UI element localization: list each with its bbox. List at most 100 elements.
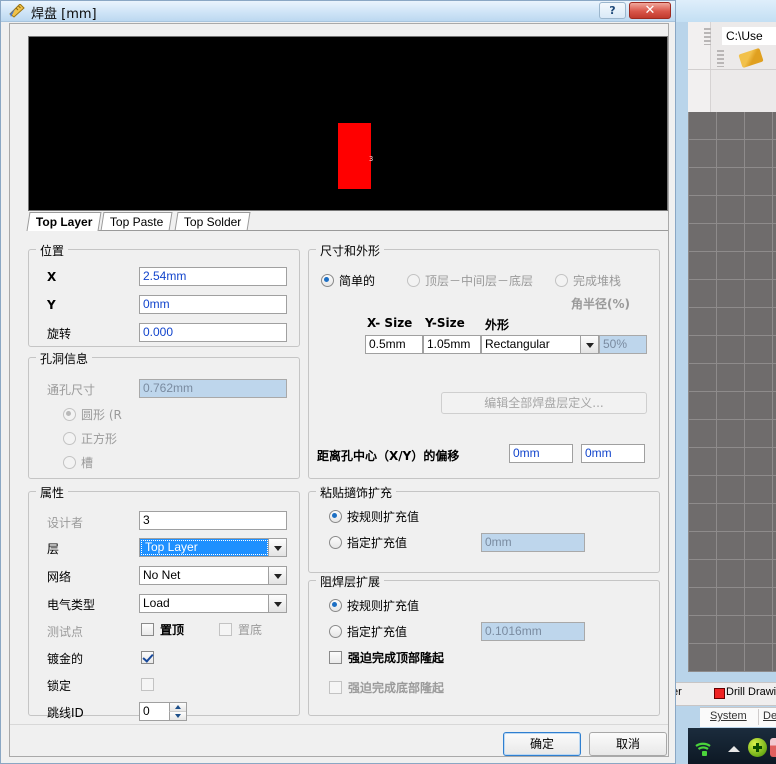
position-y-input[interactable]: 0mm: [139, 295, 287, 314]
paste-specify-label: 指定扩充值: [347, 536, 408, 550]
mode-simple-radio[interactable]: [321, 274, 334, 287]
panel-system-button[interactable]: System: [710, 710, 747, 722]
hole-shape-slot-label: 槽: [81, 456, 94, 470]
force-top-tenting-checkbox[interactable]: [329, 651, 342, 664]
solder-rule-label: 按规则扩充值: [347, 599, 420, 613]
hole-size-input[interactable]: 0.762mm: [139, 379, 287, 398]
edit-all-pad-layers-button[interactable]: 编辑全部焊盘层定义...: [441, 392, 647, 414]
hole-shape-slot-radio[interactable]: [63, 456, 76, 469]
layer-combobox[interactable]: Top Layer: [139, 538, 287, 557]
drag-handle-dots-2[interactable]: [717, 50, 724, 67]
solder-specify-radio[interactable]: [329, 625, 342, 638]
ysize-header: Y-Size: [425, 316, 465, 330]
hole-offset-y-input[interactable]: 0mm: [581, 444, 645, 463]
mode-full-stack-radio[interactable]: [555, 274, 568, 287]
mode-simple-label: 简单的: [339, 274, 376, 288]
background-path-field[interactable]: C:\Use: [722, 27, 776, 45]
spinner-up-icon[interactable]: [169, 703, 186, 712]
position-rotation-input[interactable]: 0.000: [139, 323, 287, 342]
net-combobox[interactable]: No Net: [139, 566, 287, 585]
net-combobox-value: No Net: [143, 568, 181, 582]
antivirus-tray-icon[interactable]: [748, 738, 767, 757]
mode-top-mid-bottom-radio[interactable]: [407, 274, 420, 287]
tab-top-paste[interactable]: Top Paste: [100, 212, 173, 231]
size-shape-group: 尺寸和外形 简单的 顶层－中间层－底层 完成堆栈 角半径(%) X- Size …: [308, 242, 660, 479]
solder-mask-expansion-group: 阻焊层扩展 按规则扩充值 指定扩充值 0.1016mm 强迫完成顶部隆起 强迫完…: [308, 573, 660, 716]
dialog-body: 3 Top Layer Top Paste Top Solder 位置 X 2.…: [9, 23, 669, 757]
tab-top-layer[interactable]: Top Layer: [26, 212, 102, 231]
ruler-icon: [9, 4, 25, 18]
xsize-header: X- Size: [367, 316, 413, 330]
xsize-input[interactable]: 0.5mm: [365, 335, 423, 354]
background-divider-1: [688, 69, 776, 70]
layer-label: 层: [47, 542, 60, 556]
paste-rule-label: 按规则扩充值: [347, 510, 420, 524]
hole-shape-round-radio[interactable]: [63, 408, 76, 421]
solder-rule-radio[interactable]: [329, 599, 342, 612]
close-button[interactable]: ✕: [629, 2, 671, 19]
dialog-title: 焊盘 [mm]: [31, 7, 97, 22]
chevron-down-icon[interactable]: [580, 336, 598, 353]
panel-design-button[interactable]: De: [763, 710, 776, 722]
spinner-down-icon[interactable]: [169, 712, 186, 720]
jumper-id-value: 0: [143, 704, 150, 718]
jumper-id-spinner[interactable]: 0: [139, 702, 187, 721]
attributes-group: 属性 设计者 3 层 Top Layer 网络 No Net 电气类型 Load…: [28, 484, 300, 721]
position-group: 位置 X 2.54mm Y 0mm 旋转 0.000: [28, 242, 300, 347]
tab-top-layer-label: Top Layer: [35, 215, 93, 229]
tab-top-solder[interactable]: Top Solder: [174, 212, 251, 231]
designator-input[interactable]: 3: [139, 511, 287, 530]
tab-top-solder-label: Top Solder: [183, 215, 242, 229]
hole-shape-square-radio[interactable]: [63, 432, 76, 445]
paste-rule-radio[interactable]: [329, 510, 342, 523]
ysize-input[interactable]: 1.05mm: [423, 335, 481, 354]
electrical-type-combobox-value: Load: [143, 596, 170, 610]
chevron-down-icon[interactable]: [268, 595, 286, 612]
chevron-down-icon[interactable]: [268, 567, 286, 584]
hole-shape-round-label: 圆形 (R: [81, 408, 122, 422]
pad-preview-canvas: 3: [28, 36, 668, 211]
locked-checkbox[interactable]: [141, 678, 154, 691]
force-bottom-tenting-label: 强迫完成底部隆起: [348, 681, 445, 695]
designator-label: 设计者: [47, 516, 84, 530]
jumper-id-label: 跳线ID: [47, 706, 84, 720]
hole-size-label: 通孔尺寸: [47, 383, 96, 397]
cancel-button[interactable]: 取消: [589, 732, 667, 756]
attributes-group-label: 属性: [36, 484, 69, 501]
chevron-down-icon[interactable]: [268, 539, 286, 556]
hole-information-group-label: 孔洞信息: [36, 350, 93, 367]
locked-label: 锁定: [47, 679, 72, 693]
plated-checkbox[interactable]: [141, 651, 154, 664]
electrical-type-label: 电气类型: [47, 598, 96, 612]
wifi-icon[interactable]: [694, 740, 714, 756]
hole-offset-x-input[interactable]: 0mm: [509, 444, 573, 463]
tray-app-icon[interactable]: [770, 738, 776, 757]
show-hidden-icons-icon[interactable]: [728, 746, 740, 752]
pad-properties-dialog: 焊盘 [mm] ? ✕ 3 Top Layer Top Paste Top So…: [0, 0, 676, 764]
background-status-panel: System De: [700, 707, 776, 727]
help-button[interactable]: ?: [599, 2, 626, 19]
solder-specify-input[interactable]: 0.1016mm: [481, 622, 585, 641]
hole-information-group: 孔洞信息 通孔尺寸 0.762mm 圆形 (R 正方形 槽: [28, 350, 300, 479]
ok-button[interactable]: 确定: [503, 732, 581, 756]
testpoint-bottom-checkbox[interactable]: [219, 623, 232, 636]
corner-radius-input[interactable]: 50%: [599, 335, 647, 354]
shape-header: 外形: [485, 318, 510, 332]
shape-combobox[interactable]: Rectangular: [481, 335, 599, 354]
dialog-title-bar[interactable]: 焊盘 [mm] ? ✕: [1, 1, 675, 22]
tab-top-paste-label: Top Paste: [109, 215, 164, 229]
position-rotation-label: 旋转: [47, 327, 72, 341]
paste-specify-input[interactable]: 0mm: [481, 533, 585, 552]
paste-mask-expansion-group: 粘贴擿饰扩充 按规则扩充值 指定扩充值 0mm: [308, 484, 660, 573]
force-bottom-tenting-checkbox[interactable]: [329, 681, 342, 694]
hole-shape-square-label: 正方形: [81, 432, 118, 446]
position-x-input[interactable]: 2.54mm: [139, 267, 287, 286]
drag-handle-dots[interactable]: [704, 28, 711, 45]
paste-specify-radio[interactable]: [329, 536, 342, 549]
electrical-type-combobox[interactable]: Load: [139, 594, 287, 613]
testpoint-top-checkbox[interactable]: [141, 623, 154, 636]
hole-offset-label: 距离孔中心（X/Y）的偏移: [317, 449, 460, 463]
background-tab-drill-drawing[interactable]: Drill Drawing: [726, 686, 776, 698]
shape-combobox-value: Rectangular: [485, 337, 550, 351]
paste-mask-group-label: 粘贴擿饰扩充: [316, 484, 397, 501]
